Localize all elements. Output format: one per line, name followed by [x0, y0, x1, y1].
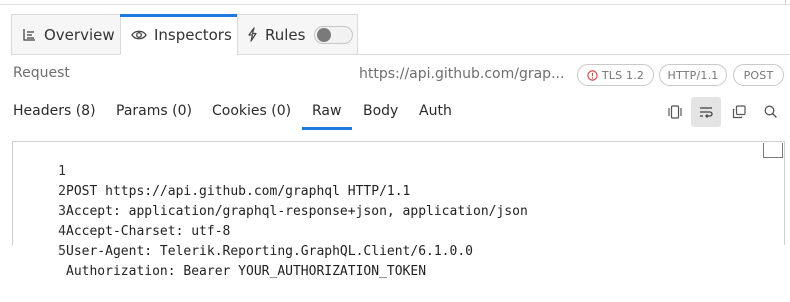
- line-number: 2: [58, 184, 66, 199]
- method-label: POST: [743, 68, 774, 82]
- copy-button[interactable]: [724, 97, 754, 127]
- active-subtab-indicator: [302, 127, 352, 130]
- line-text: Authorization: Bearer YOUR_AUTHORIZATION…: [66, 264, 427, 279]
- line-text: Accept-Charset: utf-8: [66, 224, 231, 239]
- subtab-cookies[interactable]: Cookies (0): [212, 103, 291, 119]
- line-text: Accept: application/graphql-response+jso…: [66, 204, 528, 219]
- code-line: 1 POST https://api.github.com/graphql HT…: [13, 142, 410, 199]
- warning-circle-icon: [587, 69, 598, 81]
- lightning-icon: [248, 27, 257, 42]
- word-wrap-icon: [700, 107, 713, 118]
- raw-code-viewer[interactable]: 1 POST https://api.github.com/graphql HT…: [12, 141, 785, 279]
- copy-icon: [732, 105, 746, 119]
- code-line: 2 Accept: application/graphql-response+j…: [13, 162, 528, 219]
- word-wrap-button[interactable]: [691, 97, 721, 127]
- tls-badge: TLS 1.2: [577, 64, 654, 86]
- subtab-headers[interactable]: Headers (8): [13, 103, 96, 119]
- window-top-border: [0, 0, 790, 5]
- tab-overview[interactable]: Overview: [11, 14, 120, 55]
- split-view-icon: [668, 105, 682, 119]
- tab-bar-divider: [358, 54, 790, 55]
- tab-rules[interactable]: Rules: [237, 14, 358, 55]
- method-badge: POST: [733, 64, 784, 86]
- line-number: 5: [58, 244, 66, 259]
- subtab-params[interactable]: Params (0): [116, 103, 192, 119]
- tls-badge-label: TLS 1.2: [601, 68, 645, 82]
- line-number: 1: [58, 164, 66, 179]
- code-scroll-indicator[interactable]: [763, 143, 783, 158]
- http-version-label: HTTP/1.1: [667, 68, 719, 82]
- line-text: POST https://api.github.com/graphql HTTP…: [66, 184, 411, 199]
- tab-rules-label: Rules: [265, 25, 306, 44]
- subtab-auth[interactable]: Auth: [419, 103, 452, 119]
- eye-icon: [131, 30, 147, 39]
- subtab-body[interactable]: Body: [363, 103, 398, 119]
- search-icon: [764, 105, 777, 118]
- main-tab-bar: Overview Inspectors Rules: [11, 14, 358, 55]
- search-button[interactable]: [756, 97, 786, 127]
- tab-inspectors[interactable]: Inspectors: [120, 14, 238, 55]
- code-line: 4 User-Agent: Telerik.Reporting.GraphQL.…: [13, 202, 473, 259]
- tab-inspectors-label: Inspectors: [154, 25, 232, 44]
- tab-overview-label: Overview: [44, 25, 115, 44]
- split-view-button[interactable]: [660, 97, 690, 127]
- request-label: Request: [13, 65, 70, 81]
- list-icon: [23, 29, 35, 41]
- code-line: 3 Accept-Charset: utf-8: [13, 182, 230, 239]
- window-corner: [785, 0, 786, 5]
- line-number: 3: [58, 204, 66, 219]
- toggle-knob: [317, 27, 332, 42]
- code-line: 5 Authorization: Bearer YOUR_AUTHORIZATI…: [13, 222, 426, 279]
- rules-toggle[interactable]: [314, 25, 354, 44]
- subtab-raw[interactable]: Raw: [312, 103, 341, 119]
- http-version-badge: HTTP/1.1: [659, 64, 727, 86]
- line-text: User-Agent: Telerik.Reporting.GraphQL.Cl…: [66, 244, 473, 259]
- line-number: 4: [58, 224, 66, 239]
- request-url: https://api.github.com/grap...: [359, 66, 565, 82]
